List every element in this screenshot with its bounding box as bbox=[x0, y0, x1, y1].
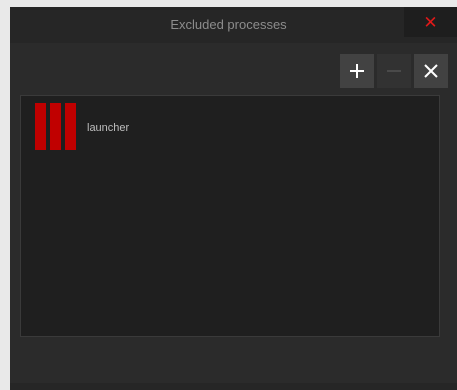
close-icon: ✕ bbox=[423, 12, 438, 32]
process-list[interactable]: launcher bbox=[20, 95, 440, 337]
dialog-title: Excluded processes bbox=[170, 17, 287, 32]
x-icon bbox=[424, 64, 438, 78]
icon-bar bbox=[65, 103, 76, 150]
red-bars-app-icon bbox=[35, 103, 79, 153]
title-bar: Excluded processes ✕ bbox=[10, 7, 457, 43]
icon-bar bbox=[50, 103, 61, 150]
remove-process-button[interactable] bbox=[377, 54, 411, 88]
excluded-processes-dialog: Excluded processes ✕ launcher bbox=[10, 7, 457, 390]
list-item[interactable]: launcher bbox=[32, 103, 129, 153]
list-toolbar bbox=[340, 54, 448, 88]
icon-bar bbox=[35, 103, 46, 150]
plus-icon bbox=[350, 64, 364, 78]
bottom-border bbox=[10, 383, 457, 390]
process-name: launcher bbox=[87, 122, 130, 134]
close-button[interactable]: ✕ bbox=[404, 7, 457, 37]
add-process-button[interactable] bbox=[340, 54, 374, 88]
minus-icon bbox=[387, 70, 401, 72]
clear-list-button[interactable] bbox=[414, 54, 448, 88]
